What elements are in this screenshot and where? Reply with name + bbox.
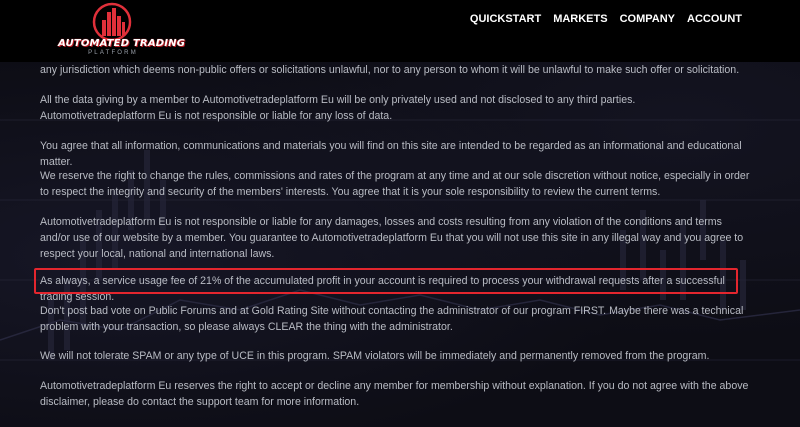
nav-quickstart[interactable]: QUICKSTART — [464, 13, 547, 25]
logo-building-icon — [92, 2, 132, 42]
disclaimer-paragraph: All the data giving by a member to Autom… — [40, 94, 636, 122]
nav-markets[interactable]: MARKETS — [547, 13, 613, 25]
main-nav: QUICKSTART MARKETS COMPANY ACCOUNT — [464, 13, 748, 25]
nav-company[interactable]: COMPANY — [614, 13, 681, 25]
disclaimer-paragraph: any jurisdiction which deems non-public … — [40, 64, 740, 76]
nav-account[interactable]: ACCOUNT — [681, 13, 748, 25]
logo-title: AUTOMATED TRADING — [58, 38, 186, 49]
disclaimer-paragraph: Automotivetradeplatform Eu reserves the … — [40, 380, 749, 408]
logo[interactable]: AUTOMATED TRADING PLATFORM — [58, 2, 186, 60]
logo-subtitle: PLATFORM — [88, 50, 138, 56]
site-header: AUTOMATED TRADING PLATFORM QUICKSTART MA… — [0, 0, 800, 62]
disclaimer-paragraph: We will not tolerate SPAM or any type of… — [40, 350, 710, 362]
disclaimer-paragraph: Don't post bad vote on Public Forums and… — [40, 305, 744, 333]
disclaimer-paragraph: We reserve the right to change the rules… — [40, 170, 750, 198]
disclaimer-paragraph: You agree that all information, communic… — [40, 140, 742, 168]
highlight-annotation-box — [34, 268, 738, 294]
page: AUTOMATED TRADING PLATFORM QUICKSTART MA… — [0, 0, 800, 427]
disclaimer-paragraph: Automotivetradeplatform Eu is not respon… — [40, 216, 744, 260]
